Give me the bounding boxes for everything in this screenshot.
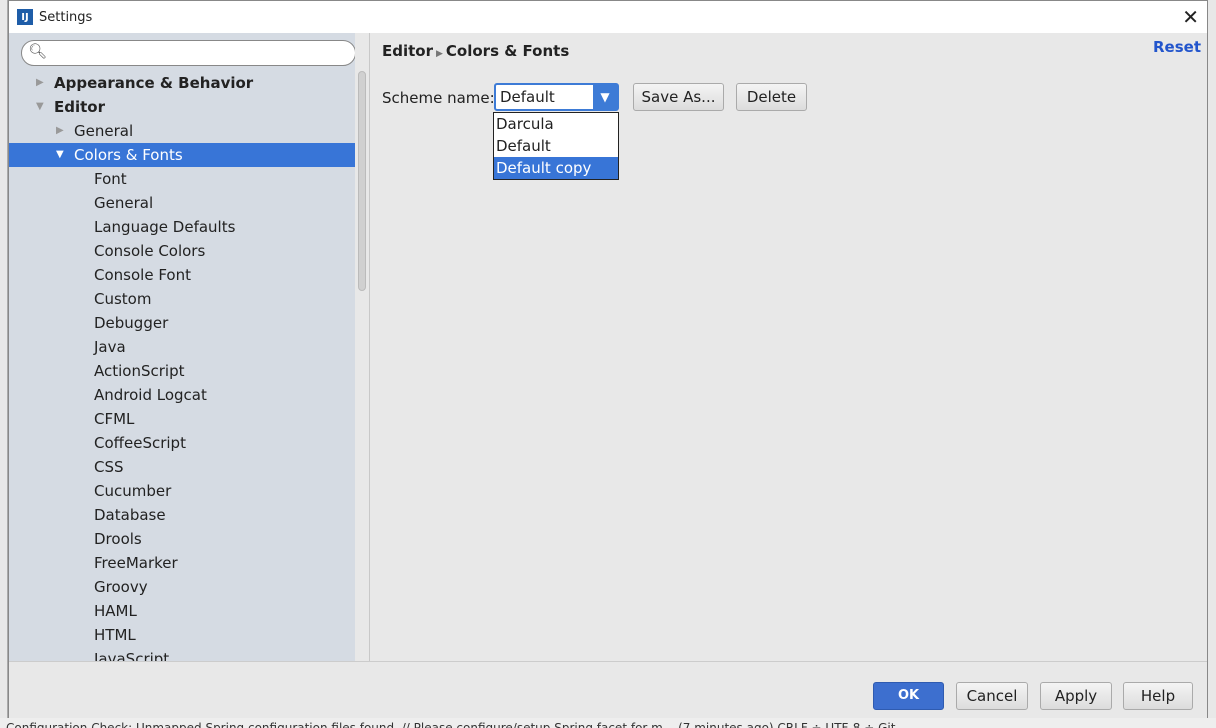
apply-button[interactable]: Apply [1040,682,1112,710]
tree-item-label: ActionScript [94,362,185,380]
tree-item[interactable]: Debugger [9,311,355,335]
tree-item[interactable]: FreeMarker [9,551,355,575]
breadcrumb-editor: Editor [382,42,433,60]
breadcrumb-separator-icon: ▶ [436,49,443,59]
background-ide [0,0,8,728]
dialog-footer: OK Cancel Apply Help [9,661,1207,719]
background-ide-right [1208,0,1216,728]
tree-item-label: FreeMarker [94,554,178,572]
tree-item-label: Custom [94,290,152,308]
tree-item-label: Language Defaults [94,218,236,236]
tree-item-label: JavaScript [94,650,170,661]
collapsed-arrow-icon[interactable]: ▶ [56,119,64,143]
option-default[interactable]: Default [494,135,618,157]
tree-item-label: CSS [94,458,124,476]
tree-item[interactable]: ActionScript [9,359,355,383]
tree-item-label: Android Logcat [94,386,207,404]
tree-item-label: HTML [94,626,136,644]
breadcrumb-colors-fonts: Colors & Fonts [445,42,570,60]
tree-item-label: General [74,122,134,140]
tree-item[interactable]: Custom [9,287,355,311]
delete-button[interactable]: Delete [736,83,807,111]
tree-item-label: Database [94,506,166,524]
option-default-copy[interactable]: Default copy [494,157,618,179]
tree-item[interactable]: CSS [9,455,355,479]
help-button[interactable]: Help [1123,682,1193,710]
tree-item-label: Groovy [94,578,148,596]
tree-item[interactable]: ▶ General [9,119,355,143]
settings-sidebar: 🔍︎ ▶ Appearance & Behavior ▼ Editor ▶ General… [9,33,355,661]
reset-link[interactable]: Reset [1153,38,1201,56]
tree-item-label: Editor [54,98,105,116]
scheme-options-list: Darcula Default Default copy [493,112,619,180]
settings-tree: ▶ Appearance & Behavior ▼ Editor ▶ General ▼ Co… [9,71,355,661]
window-title: Settings [39,9,93,25]
colors-fonts-panel: Editor ▶ Colors & Fonts Reset Scheme name:… [370,33,1207,661]
scrollbar-thumb[interactable] [358,71,366,291]
tree-item[interactable]: HTML [9,623,355,647]
tree-item-label: Console Font [94,266,191,284]
scheme-value: Default copy [500,88,555,130]
tree-item-label: Colors & Fonts [74,146,183,164]
tree-item[interactable]: Database [9,503,355,527]
tree-item[interactable]: Language Defaults [9,215,355,239]
sidebar-scrollbar[interactable] [357,71,367,661]
close-icon[interactable]: ✕ [1182,5,1199,29]
tree-item[interactable]: Java [9,335,355,359]
tree-item-label: Cucumber [94,482,172,500]
expanded-arrow-icon[interactable]: ▼ [56,143,64,167]
search-icon: 🔍︎ [28,42,48,60]
tree-item[interactable]: Console Font [9,263,355,287]
tree-item[interactable]: ▼ Colors & Fonts [9,143,355,167]
tree-item[interactable]: Drools [9,527,355,551]
tree-item-label: General [94,194,154,212]
settings-dialog: IJ Settings ✕ 🔍︎ ▶ Appearance & Behavior ▼… [8,0,1208,719]
tree-item-label: Console Colors [94,242,206,260]
tree-item-label: CFML [94,410,135,428]
tree-item-label: Debugger [94,314,169,332]
tree-item[interactable]: ▶ Appearance & Behavior [9,71,355,95]
tree-item-label: CoffeeScript [94,434,186,452]
tree-item[interactable]: ▼ Editor [9,95,355,119]
save-as-button[interactable]: Save As... [633,83,724,111]
tree-item-label: HAML [94,602,137,620]
tree-item[interactable]: JavaScript [9,647,355,661]
tree-item[interactable]: Android Logcat [9,383,355,407]
search-input[interactable]: 🔍︎ [21,40,355,66]
tree-item[interactable]: Cucumber [9,479,355,503]
tree-item-label: Appearance & Behavior [54,74,254,92]
tree-item[interactable]: CFML [9,407,355,431]
collapsed-arrow-icon[interactable]: ▶ [36,71,44,95]
ok-button[interactable]: OK [873,682,944,710]
scheme-name-label: Scheme name: [382,89,495,107]
title-bar: IJ Settings ✕ [9,1,1207,33]
intellij-logo-icon: IJ [17,9,33,25]
tree-item[interactable]: Font [9,167,355,191]
tree-item[interactable]: Groovy [9,575,355,599]
tree-item[interactable]: General [9,191,355,215]
tree-item[interactable]: HAML [9,599,355,623]
chevron-down-icon[interactable]: ▼ [593,85,617,109]
expanded-arrow-icon[interactable]: ▼ [36,95,44,119]
tree-item-label: Java [94,338,126,356]
tree-item[interactable]: Console Colors [9,239,355,263]
breadcrumb: Editor ▶ Colors & Fonts [382,42,569,60]
cancel-button[interactable]: Cancel [956,682,1028,710]
tree-item[interactable]: CoffeeScript [9,431,355,455]
ide-status-bar: Configuration Check: Unmapped Spring con… [0,718,1216,728]
tree-item-label: Drools [94,530,142,548]
tree-item-label: Font [94,170,127,188]
option-darcula[interactable]: Darcula [494,113,618,135]
scheme-dropdown[interactable]: Default copy ▼ [494,83,619,130]
